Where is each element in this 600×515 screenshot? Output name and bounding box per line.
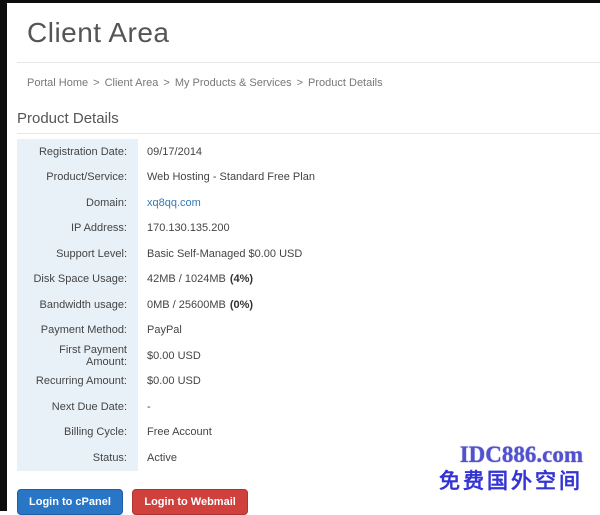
- header-divider: [17, 62, 600, 63]
- ip-address-value: 170.130.135.200: [147, 222, 230, 234]
- table-row-first-payment-amount: First Payment Amount: $0.00 USD: [17, 343, 600, 369]
- table-row-domain: Domain: xq8qq.com: [17, 190, 600, 216]
- disk-space-percent: (4%): [230, 273, 253, 285]
- bandwidth-percent: (0%): [230, 299, 253, 311]
- bandwidth-value: 0MB / 25600MB: [147, 299, 226, 311]
- page-title: Client Area: [27, 17, 600, 49]
- field-label: Billing Cycle:: [17, 420, 138, 446]
- field-label: Payment Method:: [17, 318, 138, 344]
- field-label: IP Address:: [17, 216, 138, 242]
- field-label: Support Level:: [17, 241, 138, 267]
- breadcrumb-separator: >: [297, 77, 303, 89]
- field-label: Domain:: [17, 190, 138, 216]
- field-label: First Payment Amount:: [17, 343, 138, 369]
- table-row-product-service: Product/Service: Web Hosting - Standard …: [17, 165, 600, 191]
- page-content: Client Area Portal Home > Client Area > My P…: [7, 17, 600, 515]
- field-label: Next Due Date:: [17, 394, 138, 420]
- registration-date-value: 09/17/2014: [147, 146, 202, 158]
- table-row-support-level: Support Level: Basic Self-Managed $0.00 …: [17, 241, 600, 267]
- domain-link[interactable]: xq8qq.com: [147, 197, 201, 209]
- table-row-disk-space-usage: Disk Space Usage: 42MB / 1024MB (4%): [17, 267, 600, 293]
- field-label: Recurring Amount:: [17, 369, 138, 395]
- breadcrumb-link-my-products-services[interactable]: My Products & Services: [175, 77, 292, 89]
- table-row-billing-cycle: Billing Cycle: Free Account: [17, 420, 600, 446]
- table-row-next-due-date: Next Due Date: -: [17, 394, 600, 420]
- table-row-recurring-amount: Recurring Amount: $0.00 USD: [17, 369, 600, 395]
- field-label: Status:: [17, 445, 138, 471]
- disk-space-value: 42MB / 1024MB: [147, 273, 226, 285]
- billing-cycle-value: Free Account: [147, 426, 212, 438]
- breadcrumb-separator: >: [163, 77, 169, 89]
- breadcrumb-separator: >: [93, 77, 99, 89]
- support-level-value: Basic Self-Managed $0.00 USD: [147, 248, 302, 260]
- section-title: Product Details: [17, 110, 600, 134]
- field-label: Registration Date:: [17, 139, 138, 165]
- breadcrumb-current-product-details: Product Details: [308, 77, 383, 89]
- breadcrumb-link-portal-home[interactable]: Portal Home: [27, 77, 88, 89]
- table-row-payment-method: Payment Method: PayPal: [17, 318, 600, 344]
- field-label: Product/Service:: [17, 165, 138, 191]
- breadcrumb: Portal Home > Client Area > My Products & Se…: [27, 77, 600, 89]
- breadcrumb-link-client-area[interactable]: Client Area: [105, 77, 159, 89]
- payment-method-value: PayPal: [147, 324, 182, 336]
- status-value: Active: [147, 452, 177, 464]
- table-row-bandwidth-usage: Bandwidth usage: 0MB / 25600MB (0%): [17, 292, 600, 318]
- table-row-registration-date: Registration Date: 09/17/2014: [17, 139, 600, 165]
- field-label: Disk Space Usage:: [17, 267, 138, 293]
- product-service-value: Web Hosting - Standard Free Plan: [147, 171, 315, 183]
- table-row-status: Status: Active: [17, 445, 600, 471]
- next-due-date-value: -: [147, 401, 151, 413]
- product-details-table: Registration Date: 09/17/2014 Product/Se…: [17, 139, 600, 471]
- first-payment-amount-value: $0.00 USD: [147, 350, 201, 362]
- table-row-ip-address: IP Address: 170.130.135.200: [17, 216, 600, 242]
- recurring-amount-value: $0.00 USD: [147, 375, 201, 387]
- field-label: Bandwidth usage:: [17, 292, 138, 318]
